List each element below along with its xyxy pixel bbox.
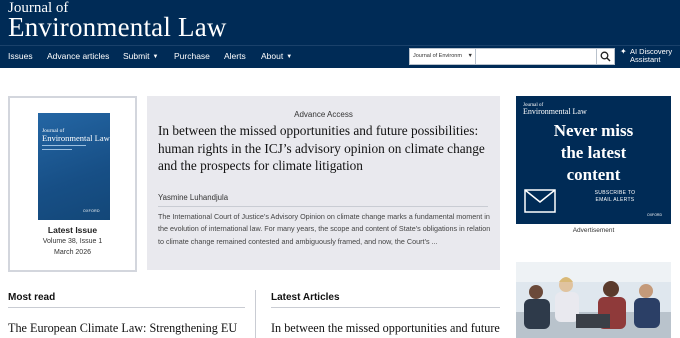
nav-advance-articles[interactable]: Advance articles [47, 51, 109, 61]
search-input[interactable] [476, 48, 597, 65]
envelope-icon [524, 189, 556, 213]
ad-publisher-logo: OXFORD [647, 213, 662, 217]
cover-title-main: Environmental Law [42, 133, 110, 143]
meeting-photo[interactable] [516, 262, 671, 338]
latest-issue-volume: Volume 38, Issue 1 [42, 238, 103, 245]
most-read-heading: Most read [8, 292, 56, 303]
nav-submit-label: Submit [123, 51, 150, 61]
sparkle-icon: ✦ [620, 47, 627, 56]
nav-advance-articles-label: Advance articles [47, 51, 110, 61]
meeting-photo-image [516, 262, 671, 338]
nav-about[interactable]: About ▼ [261, 51, 292, 61]
divider [158, 206, 488, 207]
nav-about-label: About [261, 51, 284, 61]
ad-subscribe-line2: EMAIL ALERTS [595, 197, 635, 203]
featured-article-title[interactable]: In between the missed opportunities and … [158, 122, 488, 175]
ad-journal-title: Environmental Law [523, 107, 587, 116]
ad-headline-line2: the latest [560, 143, 627, 162]
journal-logo[interactable]: Journal of Environmental Law [8, 0, 227, 41]
divider [271, 307, 500, 308]
email-alerts-ad[interactable]: Journal of Environmental Law Never miss … [516, 96, 671, 224]
chevron-down-icon: ▼ [152, 54, 159, 60]
ad-caption: Advertisement [572, 227, 615, 234]
journal-title-main: Environmental Law [8, 12, 227, 42]
article-type-label: Advance Access [294, 110, 353, 119]
latest-issue-date: March 2026 [54, 249, 91, 256]
search-scope-select[interactable]: Journal of Environm ▼ [409, 48, 476, 65]
chevron-down-icon: ▼ [286, 54, 293, 60]
latest-article-item[interactable]: In between the missed opportunities and … [271, 321, 500, 336]
latest-issue-label: Latest Issue [47, 225, 98, 235]
featured-article-abstract: The International Court of Justice’s Adv… [158, 212, 491, 246]
search-button[interactable] [597, 48, 615, 65]
search-scope-value: Journal of Environm [413, 53, 462, 59]
nav-submit[interactable]: Submit ▼ [123, 51, 158, 61]
nav-purchase-label: Purchase [174, 51, 210, 61]
nav-alerts[interactable]: Alerts [224, 51, 246, 61]
publisher-logo: OXFORD [83, 209, 100, 213]
featured-article-author: Yasmine Luhandjula [158, 193, 229, 202]
dropdown-arrow-icon: ▼ [467, 53, 473, 59]
nav-issues[interactable]: Issues [8, 51, 33, 61]
latest-articles-heading: Latest Articles [271, 292, 340, 303]
ad-headline-line1: Never miss [553, 121, 634, 140]
featured-article: Advance Access In between the missed opp… [147, 96, 500, 270]
search-icon [600, 51, 611, 62]
nav-issues-label: Issues [8, 51, 33, 61]
nav-purchase[interactable]: Purchase [174, 51, 210, 61]
column-divider [255, 290, 256, 338]
ai-discovery-button[interactable]: ✦ AI Discovery Assistant [620, 48, 680, 66]
divider [8, 307, 245, 308]
ad-subscribe-line1: SUBSCRIBE TO [594, 190, 636, 196]
header-banner: Journal of Environmental Law [0, 0, 680, 45]
latest-issue-card[interactable]: Journal of Environmental Law OXFORD Late… [8, 96, 137, 272]
ai-button-line2: Assistant [630, 55, 661, 64]
most-read-item[interactable]: The European Climate Law: Strengthening … [8, 321, 237, 336]
ad-headline-line3: content [566, 165, 621, 184]
issue-cover-image[interactable]: Journal of Environmental Law OXFORD [38, 113, 110, 220]
nav-alerts-label: Alerts [224, 51, 246, 61]
